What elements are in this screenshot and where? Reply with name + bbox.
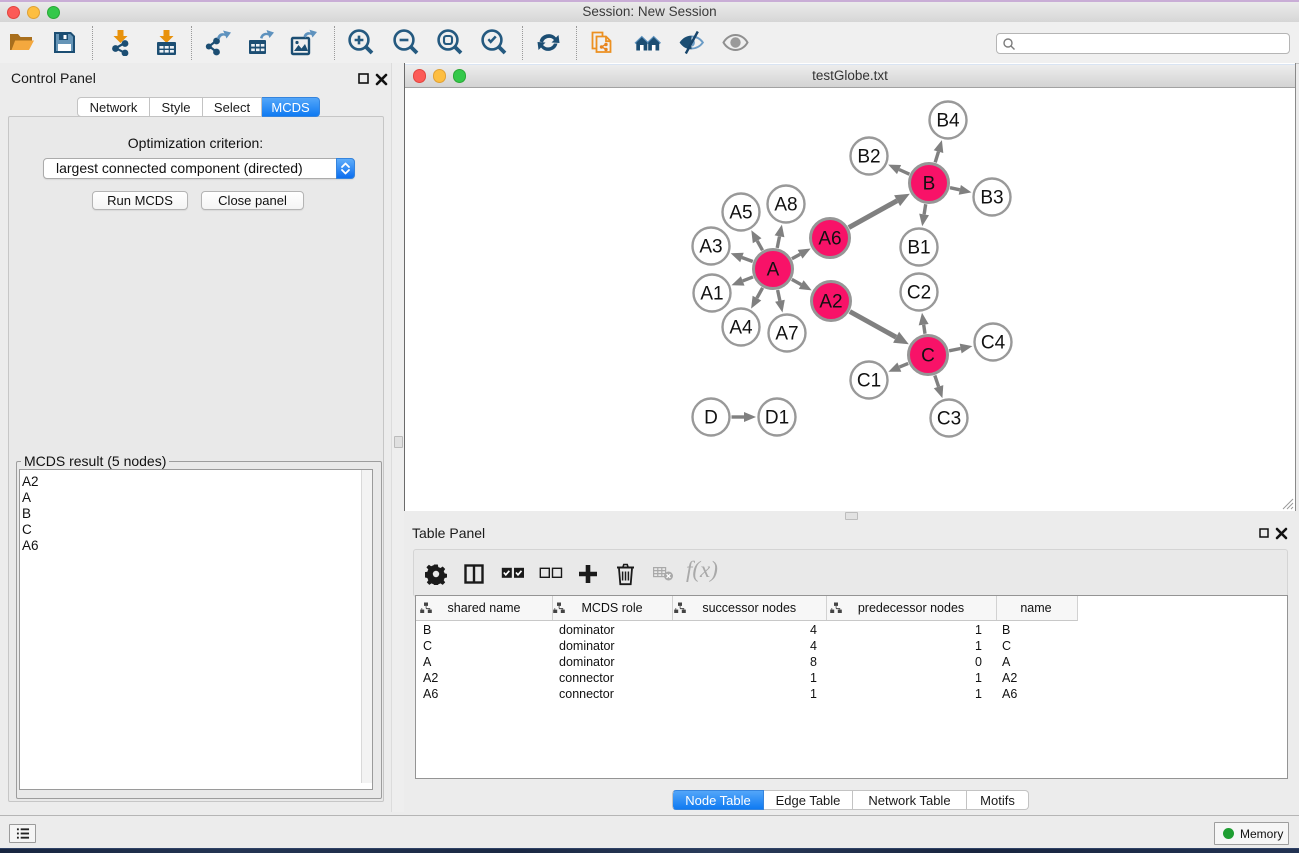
svg-text:B: B — [923, 174, 936, 195]
svg-text:A5: A5 — [729, 203, 752, 224]
svg-text:A8: A8 — [774, 195, 797, 216]
svg-text:C2: C2 — [907, 283, 931, 304]
svg-text:B1: B1 — [907, 238, 930, 259]
svg-text:A1: A1 — [700, 284, 723, 305]
svg-text:C4: C4 — [981, 333, 1006, 354]
svg-text:A7: A7 — [775, 324, 798, 345]
svg-text:A3: A3 — [699, 237, 722, 258]
svg-text:B3: B3 — [980, 188, 1003, 209]
svg-text:C3: C3 — [937, 409, 961, 430]
svg-text:D1: D1 — [765, 408, 789, 429]
svg-text:C1: C1 — [857, 371, 881, 392]
svg-text:B2: B2 — [857, 147, 880, 168]
svg-text:A4: A4 — [729, 318, 753, 339]
svg-text:A6: A6 — [818, 229, 841, 250]
svg-text:D: D — [704, 408, 718, 429]
svg-text:A: A — [767, 260, 780, 281]
svg-text:A2: A2 — [819, 292, 842, 313]
svg-text:C: C — [921, 346, 935, 367]
svg-text:B4: B4 — [936, 111, 960, 132]
